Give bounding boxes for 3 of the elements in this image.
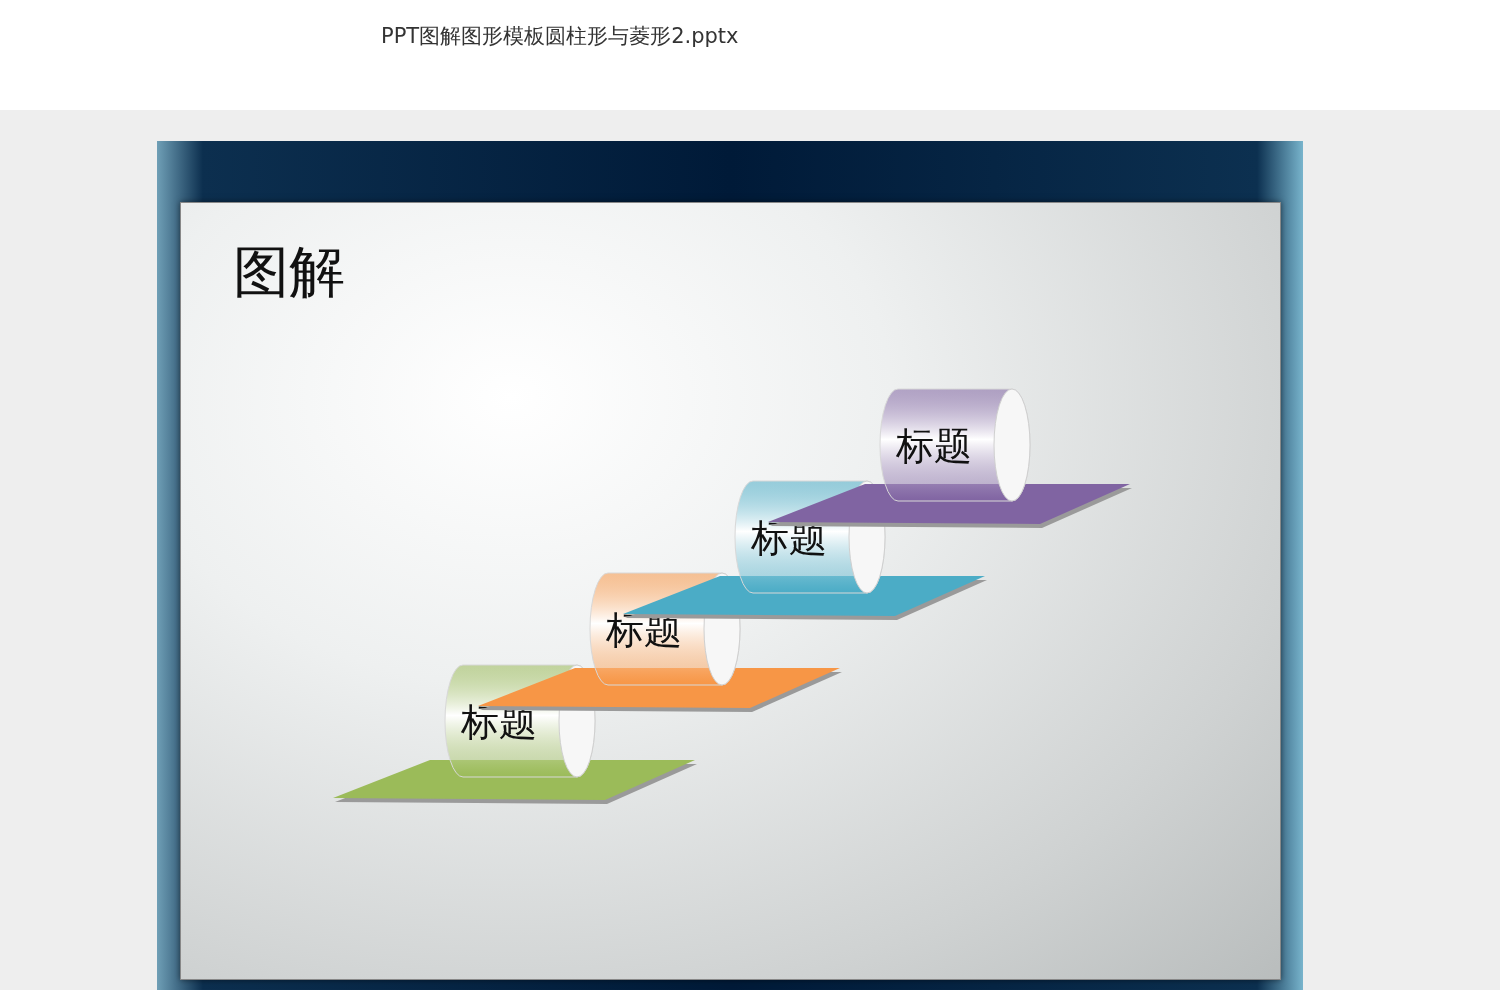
document-title: PPT图解图形模板圆柱形与菱形2.pptx: [381, 24, 739, 48]
step-label: 标题: [896, 424, 972, 468]
slide-title: 图解: [233, 241, 345, 303]
